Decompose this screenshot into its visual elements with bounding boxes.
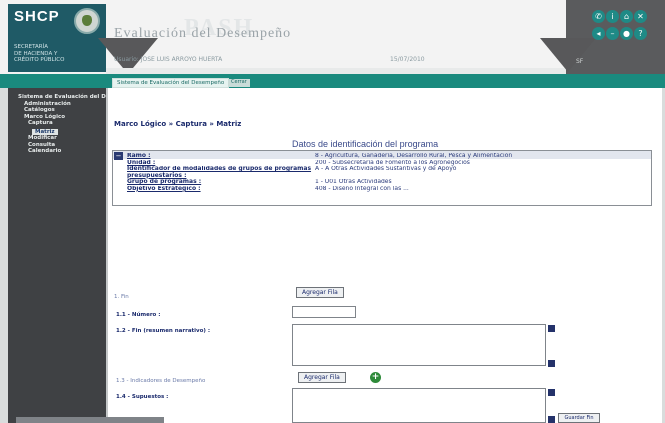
id-labels: Ramo : Unidad : Identificador de modalid… xyxy=(127,153,327,192)
agency-name: SECRETARÍA DE HACIENDA Y CRÉDITO PÚBLICO xyxy=(14,44,102,64)
resumen-narrativo-label: 1.2 - Fin (resumen narrativo) : xyxy=(116,328,211,334)
fin-label: 1. Fin xyxy=(114,294,129,300)
field-value-ramo: 8 - Agricultura, Ganadería, Desarrollo R… xyxy=(315,153,513,159)
main-content: Marco Lógico » Captura » Matriz Datos de… xyxy=(106,88,662,423)
date-info: 15/07/2010 xyxy=(390,56,425,63)
numero-label: 1.1 - Número : xyxy=(116,312,161,318)
page: SHCP SECRETARÍA DE HACIENDA Y CRÉDITO PÚ… xyxy=(0,0,665,423)
tab-strip xyxy=(0,74,665,88)
back-icon[interactable]: ◂ xyxy=(592,27,605,40)
help-icon[interactable]: ? xyxy=(634,27,647,40)
coat-of-arms-icon xyxy=(74,8,100,34)
sidebar: Sistema de Evaluación del Desempeño Admi… xyxy=(8,88,138,423)
field-value-objetivo: 408 - Diseño Integral con las ... xyxy=(315,185,409,192)
sidebar-item-calendario[interactable]: Calendario xyxy=(18,148,106,155)
id-values: 8 - Agricultura, Ganadería, Desarrollo R… xyxy=(315,153,645,193)
supuestos-label: 1.4 - Supuestos : xyxy=(116,394,169,400)
app-title: Evaluación del Desempeño xyxy=(114,26,292,41)
info-icon[interactable]: i xyxy=(606,10,619,23)
user-info: Usuario: JOSE LUIS ARROYO HUERTA xyxy=(114,56,223,63)
field-value-grupo: 1 - U01 Otras Actividades xyxy=(315,179,392,186)
agency-brand[interactable]: SHCP SECRETARÍA DE HACIENDA Y CRÉDITO PÚ… xyxy=(8,4,106,72)
field-label-objetivo: Objetivo Estratégico : xyxy=(127,185,201,192)
shcp-logo: SHCP xyxy=(14,8,60,25)
indicadores-label: 1.3 - Indicadores de Desempeño xyxy=(116,378,206,384)
scroll-down-icon[interactable] xyxy=(548,416,555,423)
breadcrumb: Marco Lógico » Captura » Matriz xyxy=(114,120,242,128)
header-decoration-right xyxy=(540,38,596,72)
agency-line: CRÉDITO PÚBLICO xyxy=(14,57,65,63)
scroll-up-icon[interactable] xyxy=(548,325,555,332)
field-value-unidad: 200 - Subsecretaría de Fomento a los Agr… xyxy=(315,159,470,166)
horizontal-scrollbar[interactable] xyxy=(16,417,164,423)
field-label-unidad: Unidad : xyxy=(127,159,156,166)
field-label-modalidad: Identificador de modalidades de grupos d… xyxy=(127,166,312,179)
resumen-narrativo-textarea[interactable] xyxy=(292,324,546,366)
scroll-down-icon[interactable] xyxy=(548,360,555,367)
field-label-grupo: Grupo de programas : xyxy=(127,179,202,186)
header-right-label: SF xyxy=(576,58,584,65)
save-fin-button[interactable]: Guardar Fin xyxy=(558,413,600,423)
phone-icon[interactable]: ✆ xyxy=(592,10,605,23)
add-icon[interactable]: + xyxy=(370,372,381,383)
home-icon[interactable]: ⌂ xyxy=(620,10,633,23)
close-icon[interactable]: ✕ xyxy=(634,10,647,23)
supuestos-textarea[interactable] xyxy=(292,388,546,423)
section-title: Datos de identificación del programa xyxy=(292,139,439,149)
sidebar-item-captura[interactable]: Captura xyxy=(18,120,106,127)
scroll-up-icon[interactable] xyxy=(548,389,555,396)
field-label-ramo: Ramo : xyxy=(127,153,151,159)
numero-input[interactable] xyxy=(292,306,356,318)
field-value-modalidad: A - A Otras Actividades Sustantivas y de… xyxy=(315,166,457,173)
settings-icon[interactable]: ● xyxy=(620,27,633,40)
tab-sistema-evaluacion[interactable]: Sistema de Evaluación del Desempeño xyxy=(112,78,230,88)
program-id-panel: − Ramo : Unidad : Identificador de modal… xyxy=(112,150,652,206)
minus-icon[interactable]: – xyxy=(606,27,619,40)
field-value-empty xyxy=(315,173,645,180)
add-indicator-row-button[interactable]: Agregar Fila xyxy=(298,372,346,383)
tab-close-button[interactable]: Cerrar xyxy=(228,79,250,87)
add-row-button[interactable]: Agregar Fila xyxy=(296,287,344,298)
header-toolbar: ✆ i ⌂ ✕ ◂ – ●? xyxy=(592,10,662,44)
collapse-icon[interactable]: − xyxy=(114,152,123,160)
header: SHCP SECRETARÍA DE HACIENDA Y CRÉDITO PÚ… xyxy=(0,0,665,74)
sidebar-item-sistema[interactable]: Sistema de Evaluación del Desempeño xyxy=(18,94,138,101)
